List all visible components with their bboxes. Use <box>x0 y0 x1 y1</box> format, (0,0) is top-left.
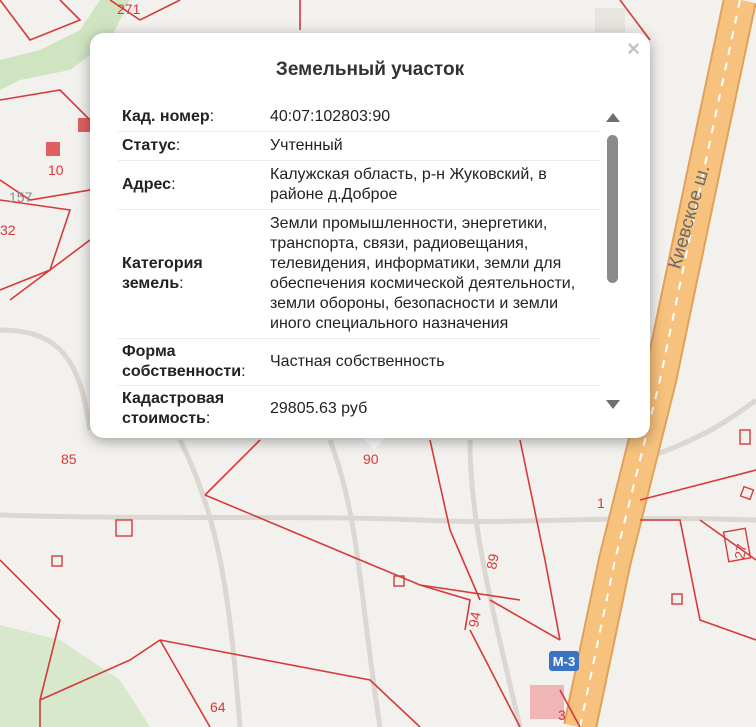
row-value: 29805.63 руб <box>266 385 600 428</box>
parcel-label: 10 <box>48 162 64 178</box>
highway-badge: М-3 <box>549 651 579 671</box>
row-value: Учтенный <box>266 131 600 161</box>
row-key: Статус <box>122 137 176 154</box>
building <box>595 8 625 32</box>
scrollbar[interactable] <box>604 111 622 411</box>
row-key: Адрес <box>122 176 172 193</box>
scroll-up-arrow-icon[interactable] <box>606 113 620 122</box>
highway-badge-label: М-3 <box>553 654 575 669</box>
parcel-label: 3 <box>558 707 566 723</box>
row-value: Земли промышленности, энергетики, трансп… <box>266 209 600 339</box>
building <box>46 142 60 156</box>
table-row: Форма собственности: Частная собственнос… <box>118 338 600 386</box>
row-key: Кад. номер <box>122 108 210 125</box>
row-value: 40:07:102803:90 <box>266 103 600 132</box>
table-row: Кад. номер: 40:07:102803:90 <box>118 103 600 132</box>
info-table: Кад. номер: 40:07:102803:90 Статус: Учте… <box>118 103 600 428</box>
scroll-thumb[interactable] <box>607 135 618 283</box>
row-value: Калужская область, р-н Жуковский, в райо… <box>266 160 600 210</box>
table-row: Адрес: Калужская область, р-н Жуковский,… <box>118 160 600 210</box>
parcel-info-popup: × Земельный участок Кад. номер: 40:07:10… <box>90 33 650 438</box>
table-row: Категория земель: Земли промышленности, … <box>118 209 600 339</box>
row-value: Частная собственность <box>266 338 600 386</box>
popup-title: Земельный участок <box>275 59 465 80</box>
row-key: Категория земель <box>122 255 203 292</box>
row-key: Форма собственности <box>122 343 242 380</box>
table-row: Статус: Учтенный <box>118 131 600 161</box>
parcel-label: 85 <box>61 451 77 467</box>
parcel-label: 157 <box>9 189 33 205</box>
info-scroll-area[interactable]: Кад. номер: 40:07:102803:90 Статус: Учте… <box>118 103 600 428</box>
parcel-label: 271 <box>117 1 141 17</box>
table-row: Кадастровая стоимость: 29805.63 руб <box>118 385 600 428</box>
scroll-down-arrow-icon[interactable] <box>606 400 620 409</box>
parcel-label: 1 <box>597 495 605 511</box>
parcel-label: 90 <box>363 451 379 467</box>
parcel-label: 89 <box>483 552 501 570</box>
parcel-label: 94 <box>465 610 483 628</box>
parcel-label: 64 <box>210 699 226 715</box>
close-button[interactable]: × <box>627 37 640 61</box>
parcel-label: 27 <box>731 542 749 560</box>
parcel-label: 32 <box>0 222 16 238</box>
